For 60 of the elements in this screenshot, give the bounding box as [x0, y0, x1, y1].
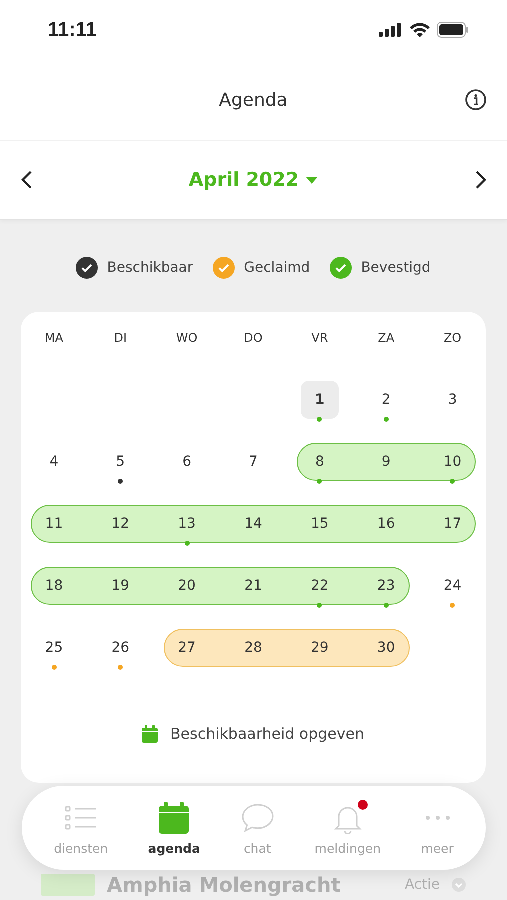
nav-tab[interactable]: agenda	[146, 796, 202, 860]
availability-button[interactable]: Beschikbaarheid opgeven	[134, 721, 372, 747]
calendar-day[interactable]: 25	[35, 629, 74, 667]
signal-icon	[379, 23, 403, 37]
weekday-label: WO	[176, 331, 198, 345]
caret-icon	[305, 176, 320, 184]
shift-title: Amphia Molengracht	[107, 873, 342, 897]
wifi-icon	[409, 22, 431, 38]
calendar-day[interactable]: 4	[35, 443, 74, 481]
battery-icon	[437, 22, 469, 38]
info-icon[interactable]	[465, 89, 487, 111]
weekday-label: DI	[114, 331, 128, 345]
calendar-icon	[159, 802, 190, 834]
calendar-day[interactable]: 5	[102, 443, 140, 481]
calendar-day[interactable]: 20	[168, 567, 206, 605]
calendar-day[interactable]: 24	[434, 567, 472, 605]
weekday-label: ZA	[378, 331, 395, 345]
calendar-day[interactable]: 11	[35, 505, 74, 543]
weekday-label: MA	[44, 331, 64, 345]
list-icon	[65, 804, 98, 830]
calendar-day[interactable]: 3	[434, 381, 472, 419]
calendar-day[interactable]: 22	[300, 567, 339, 605]
action-label: Actie	[404, 877, 440, 893]
calendar-day[interactable]: 10	[434, 443, 472, 481]
calendar-day[interactable]: 23	[367, 567, 406, 605]
calendar-day[interactable]: 16	[367, 505, 406, 543]
more-icon	[424, 814, 451, 820]
status-time: 11:11	[48, 18, 97, 42]
calendar-day[interactable]: 17	[434, 505, 472, 543]
screen-title: Agenda	[219, 90, 288, 110]
calendar-day[interactable]: 14	[234, 505, 272, 543]
calendar-day[interactable]: 12	[102, 505, 140, 543]
weekday-label: ZO	[444, 331, 462, 345]
legend-label: Bevestigd	[361, 260, 431, 276]
calendar-day[interactable]: 8	[300, 443, 339, 481]
weekday-label: VR	[312, 331, 328, 345]
calendar-day[interactable]: 19	[102, 567, 140, 605]
legend-label: Geclaimd	[244, 260, 310, 276]
chat-bubble-icon	[240, 802, 275, 832]
calendar-day[interactable]: 9	[367, 443, 406, 481]
calendar-day[interactable]: 2	[367, 381, 406, 419]
calendar-day[interactable]: 28	[234, 629, 272, 667]
calendar-day[interactable]: 26	[102, 629, 140, 667]
calendar-icon	[142, 725, 158, 743]
calendar-day[interactable]: 21	[234, 567, 272, 605]
calendar-day[interactable]: 7	[234, 443, 272, 481]
calendar-day[interactable]: 29	[300, 629, 339, 667]
calendar-day[interactable]: 15	[300, 505, 339, 543]
calendar-day[interactable]: 18	[35, 567, 74, 605]
calendar-day[interactable]: 13	[168, 505, 206, 543]
calendar-day[interactable]: 1	[300, 381, 339, 419]
calendar-day[interactable]: 30	[367, 629, 406, 667]
tag-icon	[41, 874, 95, 896]
chevron-circle-icon	[452, 878, 466, 892]
next-icon[interactable]	[474, 170, 488, 190]
weekday-label: DO	[244, 331, 263, 345]
previous-icon[interactable]	[20, 170, 34, 190]
calendar-day[interactable]: 27	[168, 629, 206, 667]
legend-label: Beschikbaar	[107, 260, 194, 276]
calendar-day[interactable]: 6	[168, 443, 206, 481]
